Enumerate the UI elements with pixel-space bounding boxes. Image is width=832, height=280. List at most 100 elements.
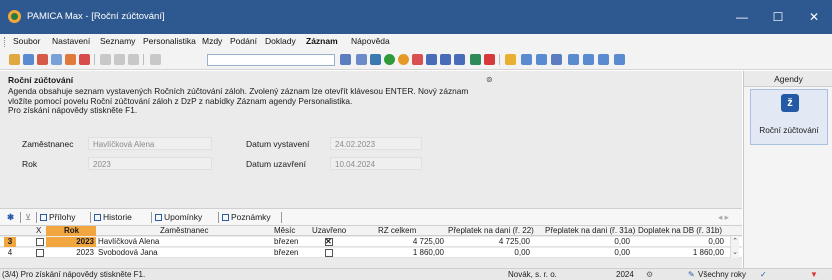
flag-green-icon[interactable] xyxy=(470,54,481,65)
status-settings-icon[interactable]: ⚙ xyxy=(646,270,653,279)
mail-icon[interactable] xyxy=(356,54,367,65)
col-rok[interactable]: Rok xyxy=(46,226,96,236)
grid-icon[interactable] xyxy=(536,54,547,65)
datum-uzavreni-label: Datum uzavření xyxy=(246,159,306,169)
tab-separator xyxy=(218,212,219,223)
status-pen-icon: ✎ xyxy=(688,270,695,279)
col-zamestnanec[interactable]: Zaměstnanec xyxy=(160,226,208,236)
tab-poznamky[interactable]: Poznámky xyxy=(222,212,271,222)
grid-header: X Rok Zaměstnanec Měsíc Uzavřeno RZ celk… xyxy=(0,226,742,236)
panel-icon[interactable] xyxy=(583,54,594,65)
tab-historie[interactable]: Historie xyxy=(94,212,132,222)
report-icon[interactable] xyxy=(440,54,451,65)
pin-icon[interactable]: ⊚ xyxy=(486,75,493,84)
menubar-grip-icon xyxy=(4,37,6,47)
cancel-icon[interactable] xyxy=(79,54,90,65)
col-mesic[interactable]: Měsíc xyxy=(274,226,295,236)
refresh-icon[interactable] xyxy=(384,54,395,65)
row-number: 4 xyxy=(7,248,13,257)
save-icon[interactable] xyxy=(114,54,125,65)
document-icon[interactable] xyxy=(454,54,465,65)
menu-mzdy[interactable]: Mzdy xyxy=(202,36,222,46)
search-input[interactable] xyxy=(207,54,335,66)
cell-preplatek-22: 0,00 xyxy=(514,248,530,257)
menu-bar: Soubor Nastavení Seznamy Personalistika … xyxy=(0,34,832,50)
history-tab-icon xyxy=(94,214,101,221)
agenda-item-rocni-zuctovani[interactable]: ž Roční zúčtování xyxy=(750,89,828,145)
tab-separator xyxy=(20,212,21,223)
tab-prilohy[interactable]: Přílohy xyxy=(40,212,75,222)
title-bar: PAMICA Max - [Roční zúčtování] — ☐ ✕ xyxy=(0,0,832,34)
window-title: PAMICA Max - [Roční zúčtování] xyxy=(27,11,165,22)
status-check-icon[interactable]: ✓ xyxy=(760,270,767,279)
menu-soubor[interactable]: Soubor xyxy=(13,36,40,46)
print-icon[interactable] xyxy=(100,54,111,65)
menu-doklady[interactable]: Doklady xyxy=(265,36,296,46)
menu-nastaveni[interactable]: Nastavení xyxy=(52,36,90,46)
table-row[interactable]: 4 2023 Svobodová Jana březen 1 860,00 0,… xyxy=(0,248,742,258)
barcode-icon[interactable] xyxy=(551,54,562,65)
attach-icon[interactable] xyxy=(65,54,76,65)
menu-podani[interactable]: Podání xyxy=(230,36,257,46)
database-icon[interactable] xyxy=(370,54,381,65)
cell-rz-celkem: 4 725,00 xyxy=(412,237,444,246)
rok-field[interactable]: 2023 xyxy=(88,157,212,170)
datum-vystaveni-field[interactable]: 24.02.2023 xyxy=(330,137,422,150)
minimize-button[interactable]: — xyxy=(724,0,760,34)
close-button[interactable]: ✕ xyxy=(796,0,832,34)
table-row[interactable]: 3 2023 Havlíčková Alena březen 4 725,00 … xyxy=(0,237,742,247)
tab-label: Upomínky xyxy=(164,212,203,222)
tab-upominky[interactable]: Upomínky xyxy=(155,212,202,222)
info-text: Agenda obsahuje seznam vystavených Roční… xyxy=(8,86,528,116)
scroll-arrows-icon[interactable]: ◂ ▸ xyxy=(718,212,729,223)
menu-zaznam[interactable]: Záznam xyxy=(306,36,338,46)
datum-uzavreni-field[interactable]: 10.04.2024 xyxy=(330,157,422,170)
filter-tab-icon[interactable]: ⊻ xyxy=(25,212,31,223)
tab-separator xyxy=(90,212,91,223)
menu-napoveda[interactable]: Nápověda xyxy=(351,36,390,46)
status-filter-icon[interactable]: ▼ xyxy=(810,270,818,279)
window-icon[interactable] xyxy=(568,54,579,65)
zamestnanec-label: Zaměstnanec xyxy=(22,139,74,149)
grid-scrollbar[interactable]: ⌃ ⌄ xyxy=(730,236,739,258)
cell-preplatek-31a: 0,00 xyxy=(614,248,630,257)
flag-red-icon[interactable] xyxy=(484,54,495,65)
history-icon[interactable] xyxy=(398,54,409,65)
delete-icon[interactable] xyxy=(37,54,48,65)
row-select-checkbox[interactable] xyxy=(36,249,44,257)
list-icon[interactable] xyxy=(426,54,437,65)
agenda-header: Agendy xyxy=(744,71,832,87)
folder-icon[interactable] xyxy=(505,54,516,65)
zamestnanec-field[interactable]: Havlíčková Alena xyxy=(88,137,212,150)
menu-personalistika[interactable]: Personalistika xyxy=(143,36,196,46)
columns-icon[interactable] xyxy=(598,54,609,65)
menu-seznamy[interactable]: Seznamy xyxy=(100,36,135,46)
scroll-up-icon[interactable]: ⌃ xyxy=(731,236,739,247)
col-preplatek-31a[interactable]: Přeplatek na dani (ř. 31a) xyxy=(545,226,635,236)
col-x[interactable]: X xyxy=(36,226,41,236)
cut-icon[interactable] xyxy=(128,54,139,65)
open-icon[interactable] xyxy=(23,54,34,65)
scroll-down-icon[interactable]: ⌄ xyxy=(731,247,739,258)
export-icon[interactable] xyxy=(412,54,423,65)
copy-icon[interactable] xyxy=(51,54,62,65)
col-uzavreno[interactable]: Uzavřeno xyxy=(312,226,346,236)
layout-icon[interactable] xyxy=(150,54,161,65)
cell-doplatek-31b: 0,00 xyxy=(708,237,724,246)
new-record-icon[interactable] xyxy=(9,54,20,65)
col-doplatek-31b[interactable]: Doplatek na DB (ř. 31b) xyxy=(638,226,722,236)
row-select-checkbox[interactable] xyxy=(36,238,44,246)
maximize-button[interactable]: ☐ xyxy=(760,0,796,34)
col-preplatek-22[interactable]: Přeplatek na dani (ř. 22) xyxy=(448,226,534,236)
star-icon[interactable]: ✱ xyxy=(7,212,14,223)
help-icon[interactable] xyxy=(614,54,625,65)
status-bar: (3/4) Pro získání nápovědy stiskněte F1.… xyxy=(0,268,832,280)
cell-zamestnanec: Svobodová Jana xyxy=(98,248,158,257)
cell-rok: 2023 xyxy=(76,248,94,257)
cell-rz-celkem: 1 860,00 xyxy=(412,248,444,257)
status-year-filter[interactable]: Všechny roky xyxy=(698,270,746,279)
datum-vystaveni-label: Datum vystavení xyxy=(246,139,310,149)
col-rz-celkem[interactable]: RZ celkem xyxy=(378,226,416,236)
calendar-icon[interactable] xyxy=(521,54,532,65)
filter-icon[interactable] xyxy=(340,54,351,65)
